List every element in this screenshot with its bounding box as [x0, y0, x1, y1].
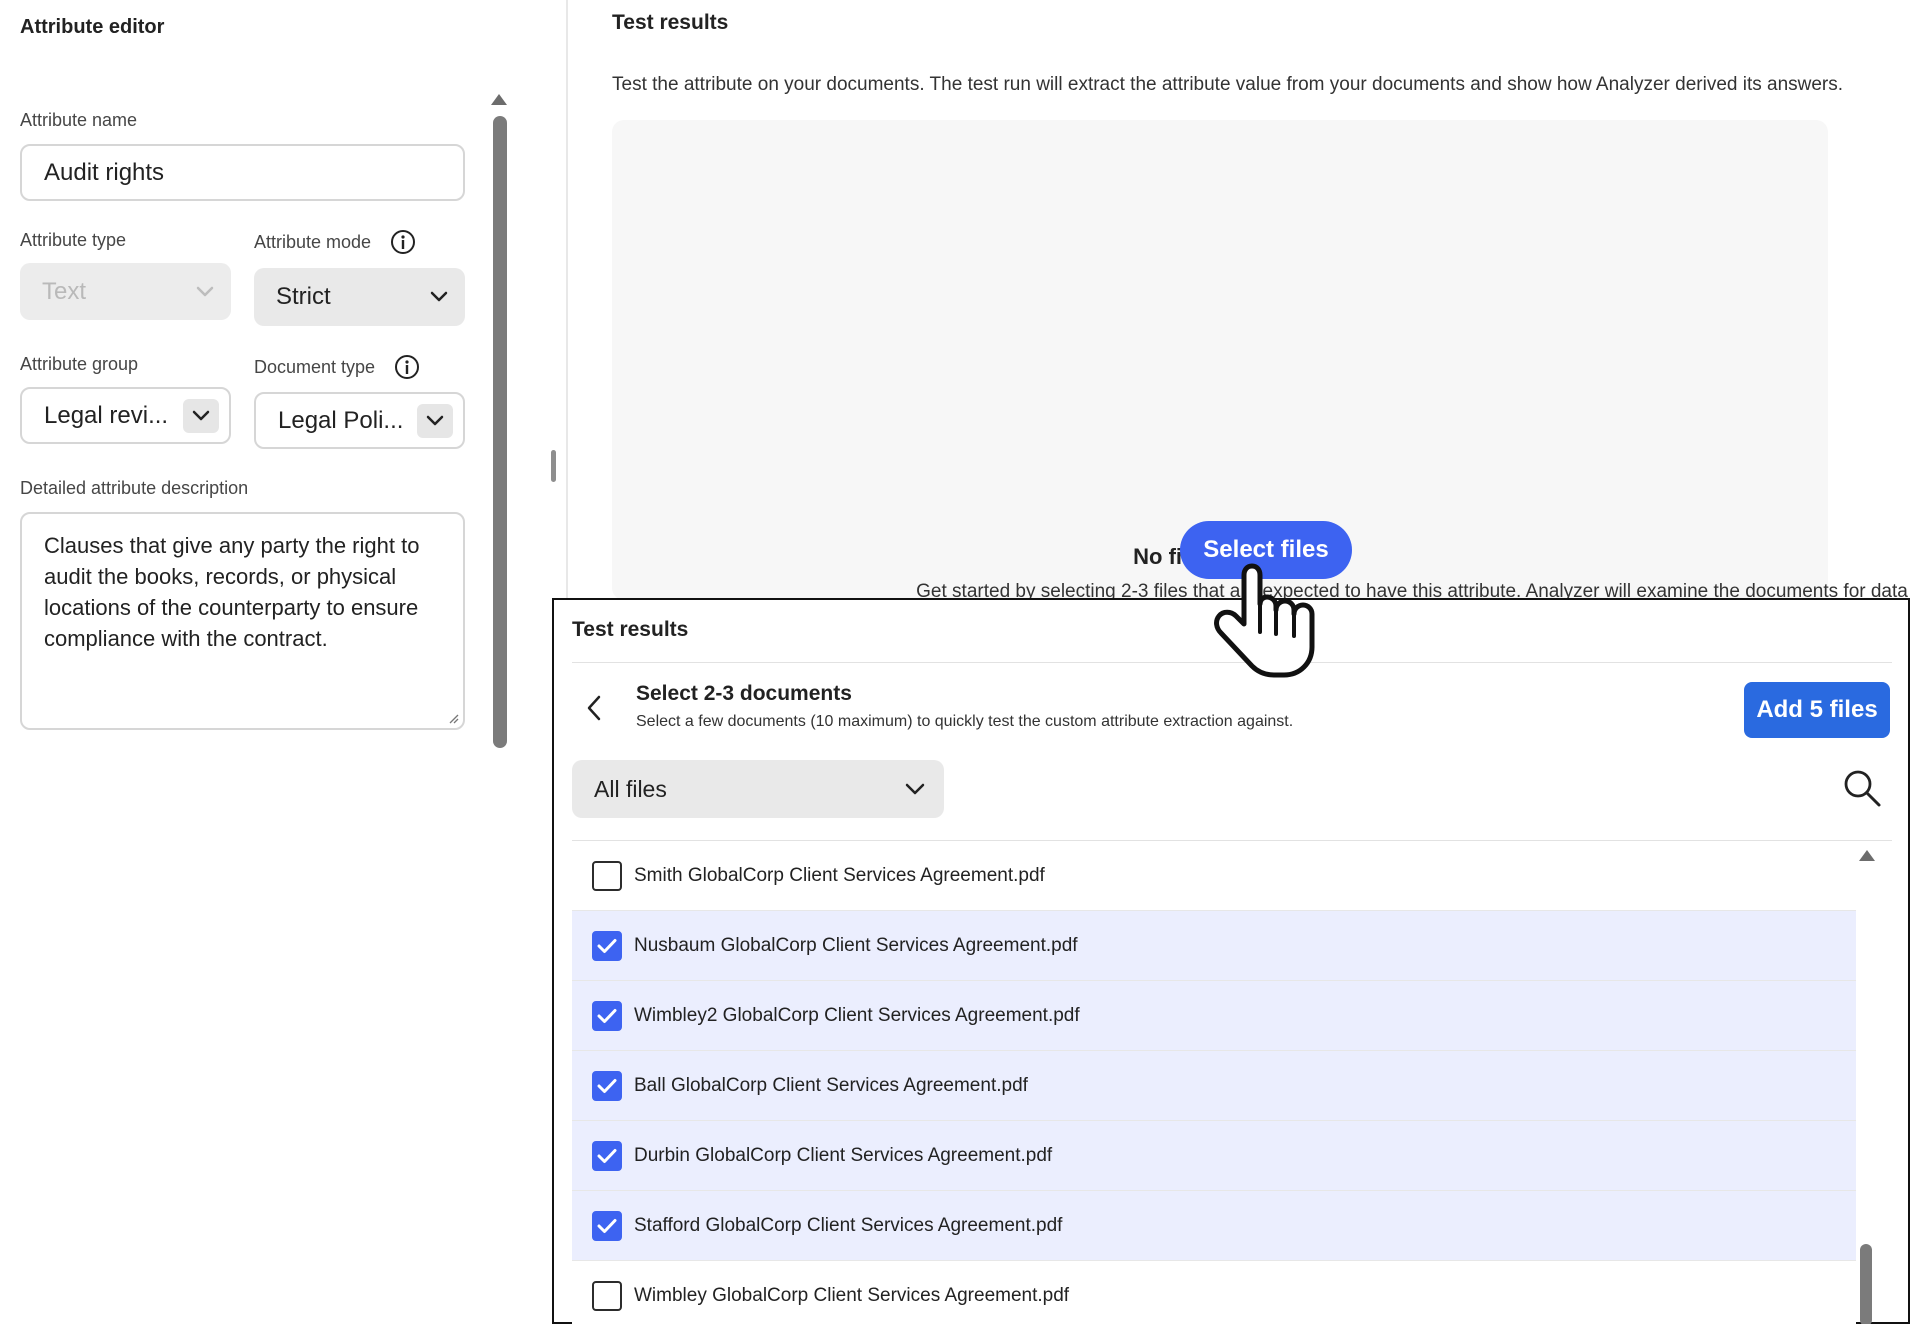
chevron-left-icon — [587, 695, 601, 721]
file-row[interactable]: Stafford GlobalCorp Client Services Agre… — [572, 1191, 1856, 1261]
chevron-down-icon — [430, 291, 448, 302]
test-results-description: Test the attribute on your documents. Th… — [612, 74, 1844, 95]
document-type-label: Document type — [254, 357, 376, 377]
file-row[interactable]: Smith GlobalCorp Client Services Agreeme… — [572, 841, 1856, 911]
attribute-mode-value: Strict — [276, 283, 331, 310]
attribute-mode-label: Attribute mode — [254, 232, 372, 252]
attribute-group-select[interactable]: Legal revi... — [20, 387, 231, 444]
document-type-select[interactable]: Legal Poli... — [254, 392, 465, 449]
dialog-title: Test results — [572, 618, 689, 641]
chevron-down-icon — [426, 415, 444, 425]
add-files-button[interactable]: Add 5 files — [1744, 682, 1890, 738]
file-list-scrollbar[interactable] — [1860, 1244, 1872, 1324]
dialog-heading: Select 2-3 documents — [636, 682, 852, 705]
info-icon[interactable] — [390, 229, 416, 255]
file-name: Wimbley2 GlobalCorp Client Services Agre… — [634, 1004, 1080, 1026]
dropdown-button[interactable] — [417, 403, 453, 438]
editor-scrollbar[interactable] — [493, 116, 507, 748]
info-icon[interactable] — [394, 354, 420, 380]
editor-title: Attribute editor — [20, 16, 165, 38]
checkmark-icon — [597, 1008, 617, 1023]
file-filter-value: All files — [594, 775, 667, 802]
select-documents-dialog: Test results Select 2-3 documents Select… — [552, 598, 1910, 1324]
file-name: Ball GlobalCorp Client Services Agreemen… — [634, 1074, 1028, 1096]
chevron-down-icon — [905, 783, 925, 795]
dropdown-button[interactable] — [183, 398, 219, 433]
file-row[interactable]: Durbin GlobalCorp Client Services Agreem… — [572, 1121, 1856, 1191]
file-checkbox[interactable] — [592, 1000, 622, 1031]
file-checkbox[interactable] — [592, 930, 622, 961]
file-checkbox[interactable] — [592, 1070, 622, 1101]
attribute-group-value: Legal revi... — [44, 401, 169, 429]
panel-resize-handle[interactable] — [551, 450, 556, 482]
attribute-name-label: Attribute name — [20, 110, 138, 130]
attribute-type-select: Text — [20, 263, 231, 320]
file-row[interactable]: Nusbaum GlobalCorp Client Services Agree… — [572, 911, 1856, 981]
chevron-down-icon — [192, 410, 210, 420]
checkmark-icon — [597, 938, 617, 953]
file-list: Smith GlobalCorp Client Services Agreeme… — [572, 841, 1856, 1324]
document-type-value: Legal Poli... — [278, 406, 404, 434]
chevron-down-icon — [196, 286, 214, 296]
attribute-name-input[interactable]: Audit rights — [20, 144, 465, 201]
dialog-subheading: Select a few documents (10 maximum) to q… — [636, 713, 1294, 730]
description-value: Clauses that give any party the right to… — [44, 533, 420, 651]
file-checkbox[interactable] — [592, 1210, 622, 1241]
attribute-type-value: Text — [42, 277, 87, 305]
scroll-up-arrow-icon[interactable] — [491, 94, 507, 105]
file-name: Durbin GlobalCorp Client Services Agreem… — [634, 1144, 1053, 1166]
description-textarea[interactable]: Clauses that give any party the right to… — [20, 512, 465, 730]
hand-pointer-cursor-icon — [1214, 563, 1315, 678]
attribute-group-label: Attribute group — [20, 354, 139, 374]
file-name: Smith GlobalCorp Client Services Agreeme… — [634, 864, 1045, 886]
attribute-editor-panel: Attribute editor Attribute name Audit ri… — [0, 0, 540, 1324]
file-checkbox[interactable] — [592, 1140, 622, 1171]
file-row[interactable]: Wimbley2 GlobalCorp Client Services Agre… — [572, 981, 1856, 1051]
attribute-type-label: Attribute type — [20, 230, 127, 250]
file-row[interactable]: Wimbley GlobalCorp Client Services Agree… — [572, 1261, 1856, 1324]
back-button[interactable] — [578, 692, 610, 724]
checkmark-icon — [597, 1078, 617, 1093]
file-checkbox[interactable] — [592, 1280, 622, 1311]
checkmark-icon — [597, 1148, 617, 1163]
file-filter-select[interactable]: All files — [572, 760, 944, 818]
file-name: Nusbaum GlobalCorp Client Services Agree… — [634, 934, 1078, 956]
attribute-name-value: Audit rights — [44, 158, 165, 186]
test-results-title: Test results — [612, 11, 729, 34]
file-name: Stafford GlobalCorp Client Services Agre… — [634, 1214, 1063, 1236]
file-name: Wimbley GlobalCorp Client Services Agree… — [634, 1284, 1070, 1306]
checkmark-icon — [597, 1218, 617, 1233]
resize-grip-icon[interactable] — [447, 712, 459, 724]
description-label: Detailed attribute description — [20, 478, 249, 498]
attribute-mode-select[interactable]: Strict — [254, 268, 465, 326]
scroll-up-arrow-icon[interactable] — [1859, 850, 1875, 861]
search-icon[interactable] — [1842, 768, 1882, 808]
file-checkbox[interactable] — [592, 860, 622, 891]
file-row[interactable]: Ball GlobalCorp Client Services Agreemen… — [572, 1051, 1856, 1121]
